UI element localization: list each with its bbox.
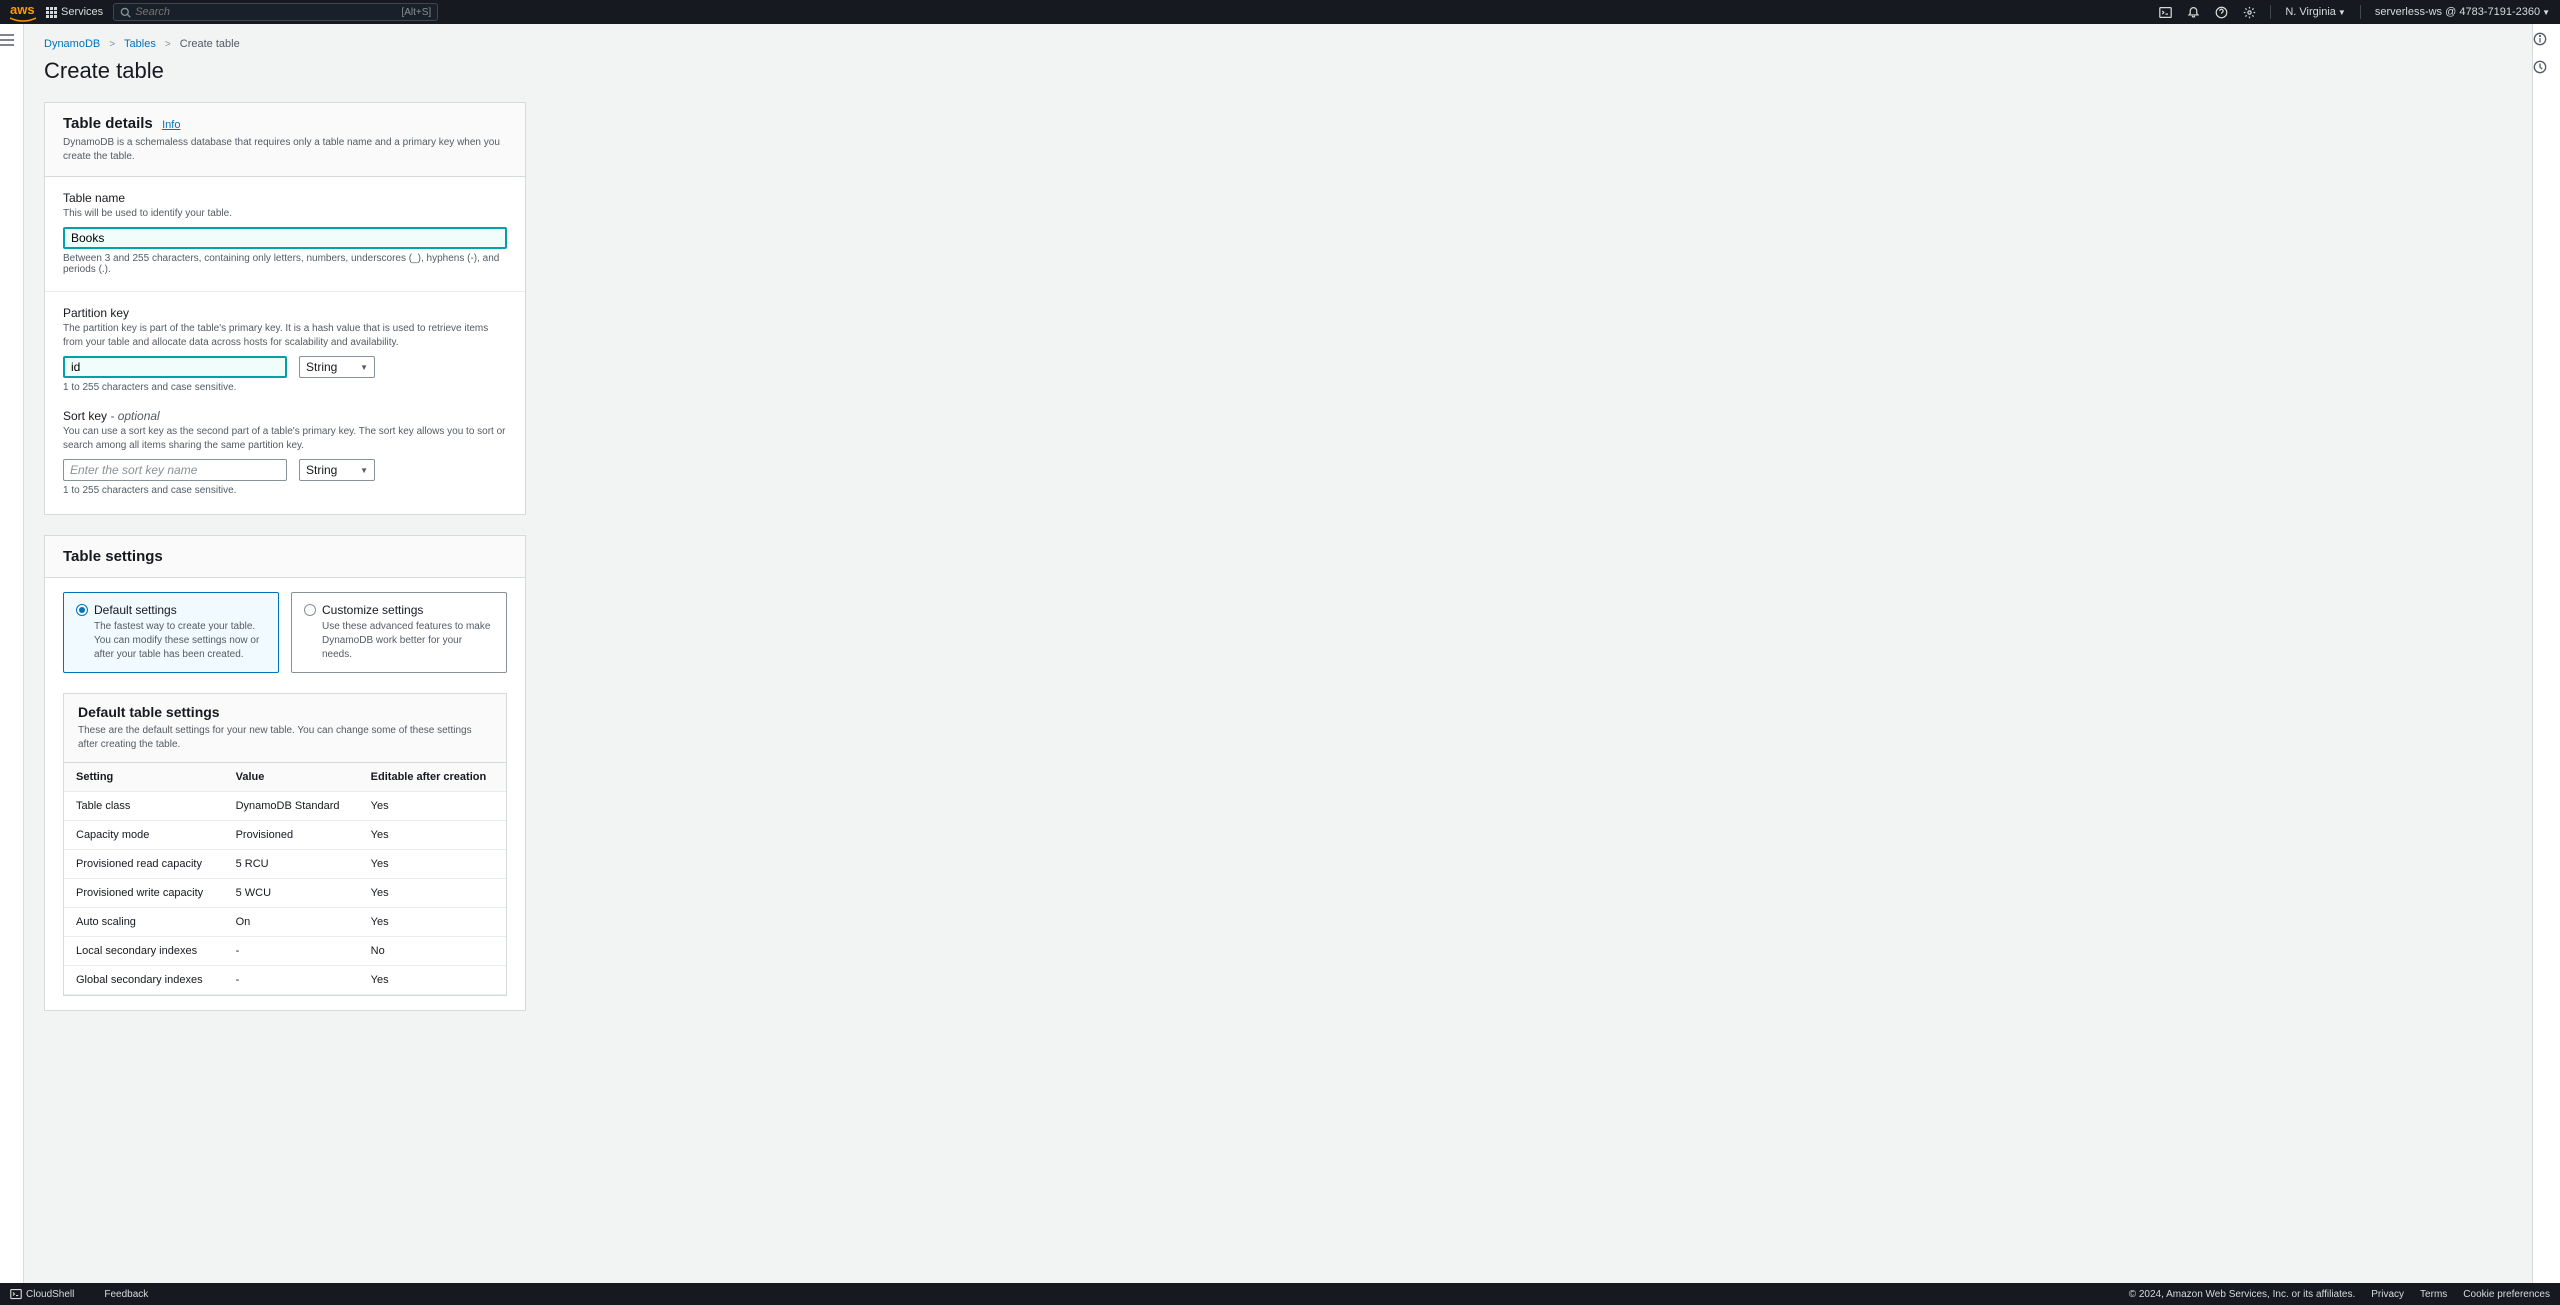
hamburger-icon[interactable] <box>0 34 23 46</box>
partition-key-type-select[interactable]: String▼ <box>299 356 375 378</box>
tile-default-settings[interactable]: Default settings The fastest way to crea… <box>63 592 279 673</box>
copyright: © 2024, Amazon Web Services, Inc. or its… <box>2129 1289 2356 1300</box>
breadcrumb-tables[interactable]: Tables <box>124 38 156 50</box>
table-name-label: Table name <box>63 191 507 205</box>
side-nav-collapsed <box>0 24 24 1283</box>
partition-key-hint: The partition key is part of the table's… <box>63 322 507 350</box>
table-row: Local secondary indexes-No <box>64 937 506 966</box>
col-setting: Setting <box>64 763 224 792</box>
info-panel-icon[interactable] <box>2533 32 2560 46</box>
radio-icon <box>76 604 88 616</box>
default-settings-table: Setting Value Editable after creation Ta… <box>64 763 506 995</box>
breadcrumb: DynamoDB > Tables > Create table <box>44 38 2512 50</box>
region-selector[interactable]: N. Virginia▼ <box>2285 6 2345 18</box>
table-row: Provisioned read capacity5 RCUYes <box>64 850 506 879</box>
sort-key-constraint: 1 to 255 characters and case sensitive. <box>63 485 507 496</box>
terms-link[interactable]: Terms <box>2420 1289 2447 1300</box>
table-row: Table classDynamoDB StandardYes <box>64 792 506 821</box>
global-search[interactable]: [Alt+S] <box>113 3 438 21</box>
col-value: Value <box>224 763 359 792</box>
grid-icon <box>46 7 57 18</box>
table-name-constraint: Between 3 and 255 characters, containing… <box>63 253 507 275</box>
sort-key-type-select[interactable]: String▼ <box>299 459 375 481</box>
clock-icon[interactable] <box>2533 60 2560 74</box>
table-details-desc: DynamoDB is a schemaless database that r… <box>63 136 507 164</box>
table-details-heading: Table details <box>63 115 153 132</box>
search-input[interactable] <box>135 6 401 18</box>
feedback-link[interactable]: Feedback <box>104 1289 148 1300</box>
table-details-panel: Table details Info DynamoDB is a schemal… <box>44 102 526 515</box>
partition-key-label: Partition key <box>63 306 507 320</box>
table-row: Provisioned write capacity5 WCUYes <box>64 879 506 908</box>
sort-key-label: Sort key - optional <box>63 409 507 423</box>
top-nav: aws Services [Alt+S] N. Virginia▼ server… <box>0 0 2560 24</box>
tile-customize-settings[interactable]: Customize settings Use these advanced fe… <box>291 592 507 673</box>
search-shortcut: [Alt+S] <box>401 7 431 18</box>
table-settings-heading: Table settings <box>63 548 163 565</box>
page-title: Create table <box>44 58 2512 84</box>
services-menu[interactable]: Services <box>46 6 103 18</box>
sort-key-hint: You can use a sort key as the second par… <box>63 425 507 453</box>
table-row: Capacity modeProvisionedYes <box>64 821 506 850</box>
default-table-settings-panel: Default table settings These are the def… <box>63 693 507 996</box>
aws-logo[interactable]: aws <box>10 2 36 23</box>
help-icon[interactable] <box>2214 5 2228 19</box>
settings-icon[interactable] <box>2242 5 2256 19</box>
table-name-input[interactable] <box>63 227 507 249</box>
cloudshell-icon[interactable] <box>2158 5 2172 19</box>
footer: CloudShell Feedback © 2024, Amazon Web S… <box>0 1283 2560 1305</box>
partition-key-constraint: 1 to 255 characters and case sensitive. <box>63 382 507 393</box>
notifications-icon[interactable] <box>2186 5 2200 19</box>
col-editable: Editable after creation <box>359 763 506 792</box>
sort-key-input[interactable] <box>63 459 287 481</box>
main-content: DynamoDB > Tables > Create table Create … <box>24 24 2532 1283</box>
privacy-link[interactable]: Privacy <box>2371 1289 2404 1300</box>
radio-icon <box>304 604 316 616</box>
breadcrumb-current: Create table <box>180 38 240 50</box>
table-settings-panel: Table settings Default settings The fast… <box>44 535 526 1011</box>
right-tools-rail <box>2532 24 2560 1283</box>
partition-key-input[interactable] <box>63 356 287 378</box>
cookie-link[interactable]: Cookie preferences <box>2463 1289 2550 1300</box>
search-icon <box>120 7 131 18</box>
breadcrumb-dynamodb[interactable]: DynamoDB <box>44 38 100 50</box>
table-name-hint: This will be used to identify your table… <box>63 207 507 221</box>
cloudshell-link[interactable]: CloudShell <box>10 1288 74 1300</box>
info-link[interactable]: Info <box>162 119 180 131</box>
account-selector[interactable]: serverless-ws @ 4783-7191-2360▼ <box>2375 6 2550 18</box>
table-row: Global secondary indexes-Yes <box>64 966 506 995</box>
table-row: Auto scalingOnYes <box>64 908 506 937</box>
default-settings-desc: These are the default settings for your … <box>78 724 492 752</box>
default-settings-heading: Default table settings <box>78 704 492 720</box>
